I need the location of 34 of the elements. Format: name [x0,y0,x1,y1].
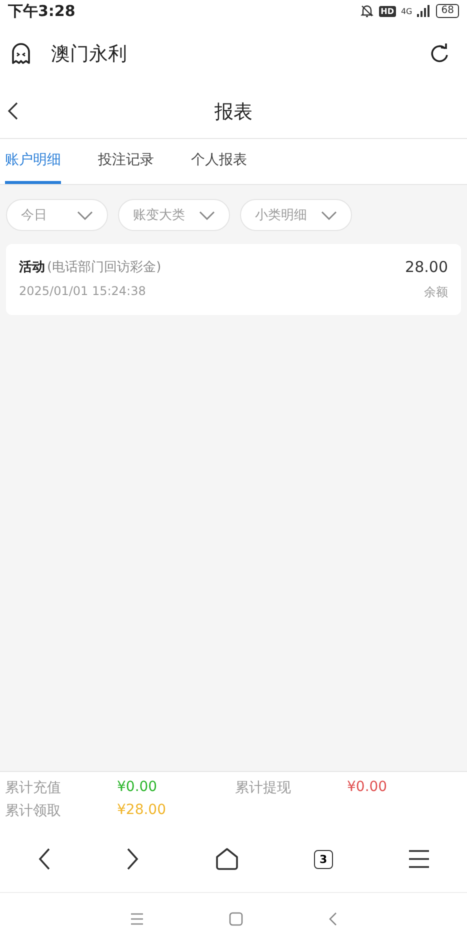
filter-dropdown[interactable]: 今日 [6,199,108,231]
app-title: 澳门永利 [51,42,128,66]
chevron-down-icon [199,210,215,220]
back-icon[interactable] [37,847,52,871]
tab-count-button[interactable]: 3 [314,850,333,868]
back-icon[interactable] [7,102,19,120]
refresh-icon[interactable] [429,42,451,64]
menu-icon[interactable] [408,849,430,869]
summary-value: ¥0.00 [347,778,388,796]
amount-label: 余额 [423,284,448,301]
filter-dropdown[interactable]: 账变大类 [118,199,230,231]
filter-dropdown[interactable]: 小类明细 [240,199,352,231]
record-time: 2025/01/01 15:24:38 [19,284,147,298]
chevron-down-icon [77,210,93,220]
chevron-down-icon [321,210,337,220]
tab[interactable]: 个人报表 [191,139,247,184]
tab[interactable]: 投注记录 [98,139,154,184]
page-title: 报表 [214,100,252,124]
hd-badge: HD [378,6,396,16]
summary-value: ¥0.00 [117,778,158,796]
summary-label: 累计充值 [5,778,62,796]
summary-label: 累计领取 [5,802,62,820]
record-title: 活动(电话部门回访彩金) [19,259,162,276]
home-icon[interactable] [214,847,239,871]
summary-label: 累计提现 [235,778,292,796]
summary-value: ¥28.00 [117,802,166,820]
status-time: 下午3:28 [8,2,76,20]
battery-indicator: 68 [436,4,459,18]
network-label: 4G [400,6,412,16]
record-amount: 28.00 [405,258,448,276]
bell-off-icon [360,4,374,18]
ghost-icon [10,42,32,64]
forward-icon[interactable] [126,847,140,871]
signal-icon [417,5,432,17]
